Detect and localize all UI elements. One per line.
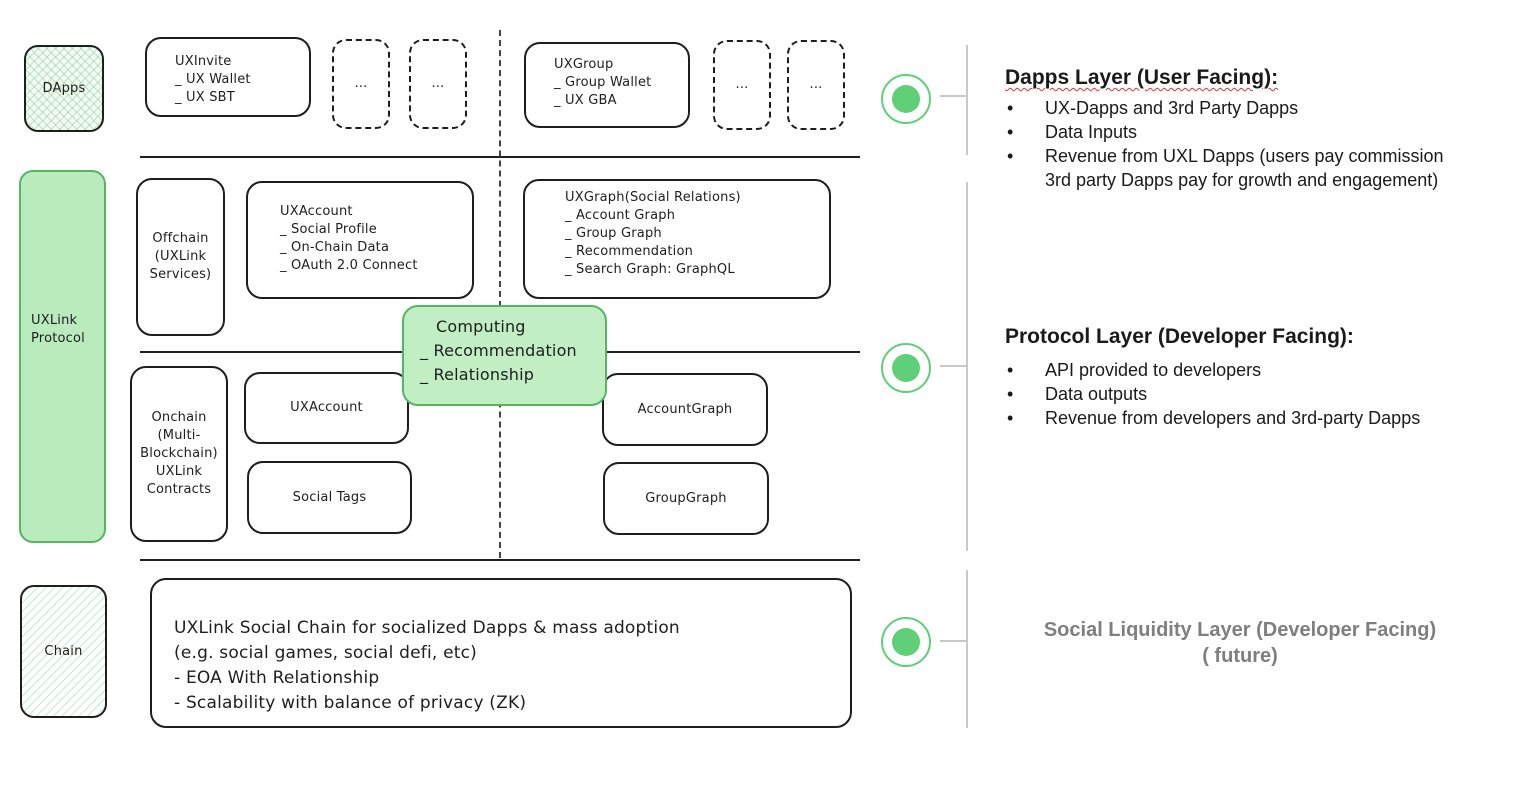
dapps-tag-label: DApps [42, 80, 86, 96]
uxgraph-title: UXGraph(Social Relations) [565, 190, 741, 205]
placeholder-box: ... [787, 40, 845, 130]
uxgroup-title: UXGroup [554, 57, 614, 72]
uxgraph-item: Account Graph [565, 207, 829, 225]
timeline-segment [966, 45, 968, 155]
uxgraph-item: Recommendation [565, 243, 829, 261]
social-liquidity-layer-description: Social Liquidity Layer (Developer Facing… [990, 617, 1490, 669]
placeholder-label: ... [809, 77, 823, 92]
uxaccount-title: UXAccount [280, 204, 353, 219]
uxgroup-item: Group Wallet [554, 74, 688, 92]
dapps-layer-marker-icon [881, 74, 931, 124]
uxaccount-item: On-Chain Data [280, 239, 472, 257]
dapps-tag: DApps [24, 45, 104, 132]
protocol-layer-title: Protocol Layer (Developer Facing): [1005, 325, 1354, 348]
layer-bullet: API provided to developers [1005, 358, 1525, 382]
social-tags-box: Social Tags [247, 461, 412, 534]
uxgroup-item: UX GBA [554, 92, 688, 110]
account-graph-label: AccountGraph [637, 401, 733, 417]
protocol-tag-label: UXLink Protocol [31, 313, 85, 346]
uxgraph-box: UXGraph(Social Relations) Account Graph … [523, 179, 831, 299]
placeholder-box: ... [713, 40, 771, 130]
social-liquidity-marker-icon [881, 617, 931, 667]
center-dashed-divider [499, 30, 501, 558]
computing-box: Computing Recommendation Relationship [402, 305, 607, 406]
social-chain-line: - EOA With Relationship [174, 668, 380, 688]
layer-bullet: Revenue from developers and 3rd-party Da… [1005, 406, 1525, 430]
dapps-layer-title: Dapps Layer (User Facing): [1005, 66, 1525, 90]
uxaccount-item: Social Profile [280, 221, 472, 239]
uxinvite-item: UX SBT [175, 89, 309, 107]
group-graph-box: GroupGraph [603, 462, 769, 535]
uxinvite-box: UXInvite UX Wallet UX SBT [145, 37, 311, 117]
layer-bullet-continuation: 3rd party Dapps pay for growth and engag… [1045, 170, 1439, 190]
chain-tag: Chain [20, 585, 107, 718]
uxinvite-title: UXInvite [175, 54, 232, 69]
placeholder-label: ... [431, 76, 445, 91]
social-chain-line: UXLink Social Chain for socialized Dapps… [174, 618, 680, 638]
dapps-layer-title-text: Dapps Layer (User Facing): [1005, 66, 1279, 89]
timeline-segment [966, 570, 968, 728]
chain-tag-label: Chain [44, 643, 83, 659]
offchain-label: Offchain (UXLink Services) [149, 231, 212, 282]
onchain-label: Onchain (Multi-Blockchain) UXLink Contra… [140, 410, 218, 497]
layer-bullet: UX-Dapps and 3rd Party Dapps [1005, 96, 1525, 120]
dapps-layer-description: Dapps Layer (User Facing): UX-Dapps and … [1005, 66, 1525, 192]
uxaccount-offchain-box: UXAccount Social Profile On-Chain Data O… [246, 181, 474, 299]
social-liquidity-subtitle: ( future) [1202, 645, 1278, 667]
onchain-box: Onchain (Multi-Blockchain) UXLink Contra… [130, 366, 228, 542]
social-tags-label: Social Tags [292, 489, 367, 505]
uxaccount-onchain-box: UXAccount [244, 372, 409, 444]
placeholder-box: ... [332, 39, 390, 129]
computing-item: Relationship [420, 363, 605, 387]
placeholder-box: ... [409, 39, 467, 129]
placeholder-label: ... [735, 77, 749, 92]
timeline-connector [940, 640, 966, 642]
group-graph-label: GroupGraph [645, 490, 727, 506]
social-chain-box: UXLink Social Chain for socialized Dapps… [150, 578, 852, 728]
account-graph-box: AccountGraph [602, 373, 768, 446]
protocol-layer-description: Protocol Layer (Developer Facing): API p… [1005, 325, 1525, 430]
placeholder-label: ... [354, 76, 368, 91]
layer-bullet: Revenue from UXL Dapps (users pay commis… [1005, 144, 1525, 168]
computing-title: Computing [436, 317, 526, 336]
timeline-segment [966, 182, 968, 551]
uxaccount-item: OAuth 2.0 Connect [280, 257, 472, 275]
timeline-connector [940, 365, 966, 367]
social-liquidity-title: Social Liquidity Layer (Developer Facing… [1043, 619, 1437, 641]
uxgraph-item: Group Graph [565, 225, 829, 243]
timeline-connector [940, 95, 966, 97]
uxlink-protocol-tag: UXLink Protocol [19, 170, 106, 543]
protocol-layer-marker-icon [881, 343, 931, 393]
social-chain-line: (e.g. social games, social defi, etc) [174, 643, 477, 663]
uxgraph-item: Search Graph: GraphQL [565, 261, 829, 279]
computing-item: Recommendation [420, 339, 605, 363]
offchain-box: Offchain (UXLink Services) [136, 178, 225, 336]
layer-bullet: Data outputs [1005, 382, 1525, 406]
uxinvite-item: UX Wallet [175, 71, 309, 89]
uxgroup-box: UXGroup Group Wallet UX GBA [524, 42, 690, 128]
layer-bullet: Data Inputs [1005, 120, 1525, 144]
social-chain-line: - Scalability with balance of privacy (Z… [174, 693, 527, 713]
uxaccount-onchain-label: UXAccount [290, 400, 363, 415]
protocol-chain-divider [140, 559, 860, 561]
